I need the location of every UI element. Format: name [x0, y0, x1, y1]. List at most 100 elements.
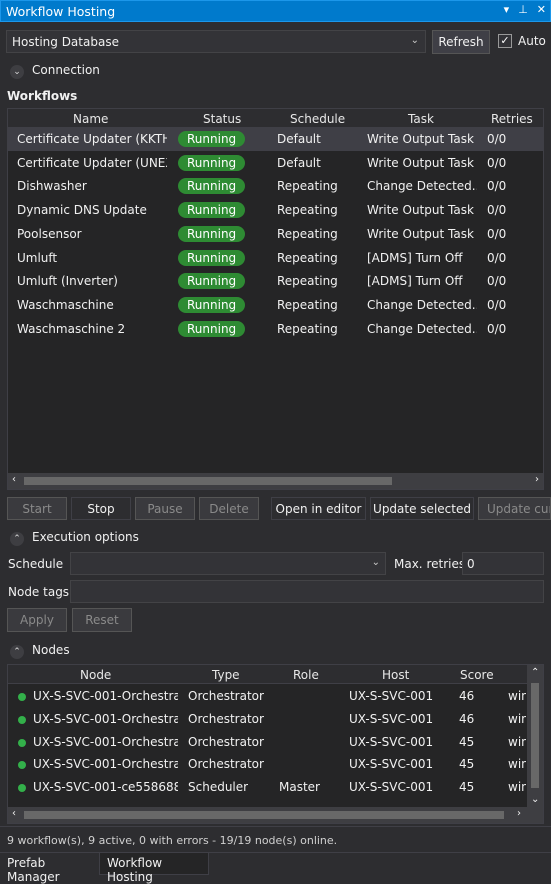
node-name: UX-S-SVC-001-Orchestrato [33, 711, 178, 726]
workflow-schedule: Repeating [277, 179, 338, 194]
status-badge: Running [178, 225, 246, 242]
workflow-row[interactable]: Poolsensor Running Repeating Write Output T… [8, 223, 543, 246]
node-name: UX-S-SVC-001-Orchestrato [33, 689, 178, 703]
column-header-schedule[interactable]: Schedule [290, 112, 345, 126]
workflow-row[interactable]: Certificate Updater (KKTH... Running Defau… [8, 128, 543, 151]
workflow-name: Dishwasher [17, 179, 87, 194]
node-row[interactable]: UX-S-SVC-001-Orchestrato Orchestrator UX-S… [8, 708, 526, 731]
schedule-label: Schedule [8, 557, 64, 571]
update-selected-button[interactable]: Update selected [370, 497, 474, 520]
window-title: Workflow Hosting [6, 4, 116, 19]
open-in-editor-button[interactable]: Open in editor [271, 497, 366, 520]
workflow-retries: 0/0 [487, 155, 507, 170]
max-retries-input[interactable]: 0 [462, 552, 544, 575]
execution-options-expander[interactable]: ⌃ Execution options [10, 530, 139, 546]
auto-label: Auto [518, 34, 546, 48]
node-role: Master [279, 780, 320, 795]
schedule-select[interactable]: ⌄ [70, 552, 386, 575]
workflows-heading: Workflows [7, 89, 78, 103]
column-header-status[interactable]: Status [203, 112, 241, 126]
node-type: Orchestrator [188, 711, 264, 726]
node-row[interactable]: UX-S-SVC-001-ce558688-1 Scheduler Master UX… [8, 776, 526, 799]
column-header-task[interactable]: Task [408, 112, 434, 126]
column-header-node[interactable]: Node [80, 668, 111, 682]
scroll-up-icon[interactable]: ⌃ [531, 667, 539, 678]
workflow-task: Write Output Task [367, 155, 474, 170]
workflow-retries: 0/0 [487, 321, 507, 336]
scroll-down-icon[interactable]: ⌄ [531, 794, 539, 805]
online-status-icon [18, 693, 26, 701]
refresh-button[interactable]: Refresh [432, 30, 490, 54]
workflow-row[interactable]: Waschmaschine Running Repeating Change Dete… [8, 294, 543, 317]
scroll-thumb[interactable] [531, 683, 539, 788]
pin-icon[interactable]: ⊥ [518, 3, 528, 16]
status-bar: 9 workflow(s), 9 active, 0 with errors -… [0, 826, 551, 852]
node-type: Scheduler [188, 780, 249, 795]
scroll-thumb[interactable] [24, 477, 392, 485]
workflow-schedule: Repeating [277, 250, 338, 265]
node-score: 46 [459, 711, 475, 726]
nodes-grid[interactable]: Node Type Role Host Score UX-S-SVC-001-O… [7, 664, 544, 824]
tab-strip: Prefab Manager Workflow Hosting [0, 852, 551, 884]
workflow-name: Certificate Updater (UNEX) [17, 155, 167, 170]
workflow-name: Dynamic DNS Update [17, 203, 147, 218]
workflow-row[interactable]: Umluft Running Repeating [ADMS] Turn Off 0/0 [8, 247, 543, 270]
node-host: UX-S-SVC-001 [349, 757, 434, 772]
status-badge: Running [178, 178, 246, 195]
node-type: Orchestrator [188, 689, 264, 703]
status-badge: Running [178, 131, 246, 147]
pause-button[interactable]: Pause [135, 497, 195, 520]
workflow-name: Umluft [17, 250, 58, 265]
tab-prefab-manager[interactable]: Prefab Manager [0, 853, 99, 884]
scroll-right-icon[interactable]: › [535, 474, 539, 485]
nodes-expander[interactable]: ⌃ Nodes [10, 643, 70, 659]
reset-button[interactable]: Reset [72, 608, 132, 632]
workflows-horizontal-scrollbar[interactable]: ‹ › [8, 473, 543, 489]
scroll-right-icon[interactable]: › [517, 808, 521, 819]
workflow-row[interactable]: Waschmaschine 2 Running Repeating Change De… [8, 318, 543, 341]
scroll-thumb[interactable] [24, 811, 504, 819]
online-status-icon [18, 784, 26, 793]
node-row[interactable]: UX-S-SVC-001-Orchestrato Orchestrator UX-S… [8, 731, 526, 754]
column-header-score[interactable]: Score [460, 668, 494, 682]
node-extra: win [508, 780, 526, 795]
database-select[interactable]: Hosting Database ⌄ [6, 30, 426, 53]
workflows-grid[interactable]: Name Status Schedule Task Retries Certif… [7, 108, 544, 490]
nodes-vertical-scrollbar[interactable]: ⌃ ⌄ [527, 665, 543, 807]
apply-button[interactable]: Apply [7, 608, 67, 632]
workflow-row[interactable]: Umluft (Inverter) Running Repeating [ADMS] … [8, 270, 543, 293]
node-row[interactable]: UX-S-SVC-001-Orchestrato Orchestrator UX-S… [8, 685, 526, 708]
update-current-button[interactable]: Update cur [478, 497, 551, 520]
scroll-left-icon[interactable]: ‹ [12, 474, 16, 485]
start-button[interactable]: Start [7, 497, 67, 520]
close-icon[interactable]: ✕ [537, 3, 546, 16]
chevron-down-icon: ⌄ [10, 65, 24, 79]
column-header-host[interactable]: Host [382, 668, 409, 682]
column-header-retries[interactable]: Retries [491, 112, 533, 126]
stop-button[interactable]: Stop [71, 497, 131, 520]
node-tags-input[interactable] [70, 580, 544, 603]
node-row[interactable]: UX-S-SVC-001-Orchestrato Orchestrator UX-S… [8, 753, 526, 776]
column-header-type[interactable]: Type [212, 668, 240, 682]
dropdown-icon[interactable]: ▾ [504, 3, 510, 16]
workflow-task: Change Detected... [367, 297, 477, 312]
column-header-role[interactable]: Role [293, 668, 319, 682]
nodes-horizontal-scrollbar[interactable]: ‹ › [8, 807, 543, 823]
workflow-row[interactable]: Certificate Updater (UNEX) Running Default… [8, 152, 543, 175]
online-status-icon [18, 715, 26, 724]
workflow-task: [ADMS] Turn Off [367, 250, 463, 265]
delete-button[interactable]: Delete [199, 497, 259, 520]
tab-workflow-hosting[interactable]: Workflow Hosting [99, 853, 209, 884]
node-host: UX-S-SVC-001 [349, 689, 434, 703]
workflow-retries: 0/0 [487, 274, 507, 289]
workflow-row[interactable]: Dynamic DNS Update Running Repeating Write … [8, 199, 543, 222]
connection-expander[interactable]: ⌄ Connection [10, 63, 100, 79]
workflow-row[interactable]: Dishwasher Running Repeating Change Detecte… [8, 175, 543, 198]
max-retries-value: 0 [467, 557, 475, 571]
auto-checkbox[interactable]: ✓ [498, 34, 512, 48]
nodes-label: Nodes [32, 643, 70, 657]
workflow-name: Umluft (Inverter) [17, 274, 118, 289]
node-host: UX-S-SVC-001 [349, 711, 434, 726]
scroll-left-icon[interactable]: ‹ [12, 808, 16, 819]
column-header-name[interactable]: Name [73, 112, 108, 126]
